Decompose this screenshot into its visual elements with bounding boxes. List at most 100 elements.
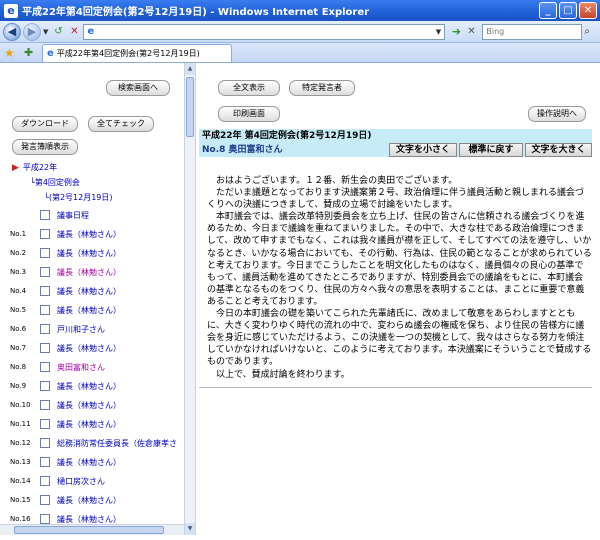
row-checkbox[interactable] (40, 229, 50, 239)
page-icon: e (87, 26, 95, 37)
scroll-thumb[interactable] (14, 526, 164, 534)
list-item[interactable]: No.15 議長（林勉さん） (0, 491, 184, 509)
forward-button[interactable]: ▶ (23, 22, 41, 41)
speaker-link[interactable]: 議長（林勉さん） (57, 400, 121, 411)
speaker-link[interactable]: 議長（林勉さん） (57, 248, 121, 259)
tab-bar: ★ ✚ e 平成22年第4回定例会(第2号12月19日) (0, 43, 600, 63)
help-button[interactable]: 操作説明へ (528, 106, 586, 122)
row-checkbox[interactable] (40, 514, 50, 524)
tab-active[interactable]: e 平成22年第4回定例会(第2号12月19日) (42, 44, 232, 62)
list-item[interactable]: No.5 議長（林勉さん） (0, 301, 184, 319)
ie-logo-icon: e (4, 3, 18, 18)
row-checkbox[interactable] (40, 286, 50, 296)
speaker-link[interactable]: 議長（林勉さん） (57, 419, 121, 430)
row-number: No.5 (10, 306, 27, 314)
reset-text-button[interactable]: 標準に戻す (459, 143, 523, 157)
larger-text-button[interactable]: 文字を大きく (525, 143, 592, 157)
add-favorites-icon[interactable]: ✚ (24, 45, 36, 61)
close-button[interactable]: ✕ (579, 2, 597, 19)
list-item[interactable]: No.4 議長（林勉さん） (0, 282, 184, 300)
speaker-link[interactable]: 議長（林勉さん） (57, 495, 121, 506)
list-item[interactable]: No.7 議長（林勉さん） (0, 339, 184, 357)
row-checkbox[interactable] (40, 438, 50, 448)
list-item[interactable]: No.6 戸川和子さん (0, 320, 184, 338)
tree-issue-label: (第2号12月19日) (48, 193, 113, 202)
expand-arrow-icon[interactable]: ▶ (12, 163, 19, 173)
speaker-link[interactable]: 議長（林勉さん） (57, 305, 121, 316)
speaker-link[interactable]: 議長（林勉さん） (57, 514, 121, 525)
scroll-up-icon[interactable]: ▲ (185, 63, 195, 75)
row-checkbox[interactable] (40, 362, 50, 372)
compat-view-icon[interactable]: ↺ (51, 25, 65, 39)
list-item[interactable]: No.10 議長（林勉さん） (0, 396, 184, 414)
speaker-link[interactable]: 奥田富和さん (57, 362, 105, 373)
left-pane: 検索画面へ ダウンロード 全てチェック 発言簿順表示 ▶ 平成22年 └第4回定… (0, 63, 184, 535)
row-checkbox[interactable] (40, 267, 50, 277)
list-item[interactable]: No.12 総務消防常任委員長（佐倉康孝さ (0, 434, 184, 452)
row-checkbox[interactable] (40, 343, 50, 353)
speaker-link[interactable]: 総務消防常任委員長（佐倉康孝さ (57, 438, 177, 449)
window-title: 平成22年第4回定例会(第2号12月19日) - Windows Interne… (22, 7, 370, 18)
speaker-list-button[interactable]: 発言簿順表示 (12, 139, 78, 155)
speaker-link[interactable]: 議長（林勉さん） (57, 229, 121, 240)
print-screen-button[interactable]: 印刷画面 (218, 106, 280, 122)
download-button[interactable]: ダウンロード (12, 116, 78, 132)
tab-page-icon: e (47, 48, 54, 59)
maximize-button[interactable]: □ (559, 2, 577, 19)
row-checkbox[interactable] (40, 324, 50, 334)
section-title: 平成22年 第4回定例会(第2号12月19日) (199, 129, 592, 143)
full-display-button[interactable]: 全文表示 (218, 80, 280, 96)
row-number: No.11 (10, 420, 31, 428)
speaker-link[interactable]: 樋口房次さん (57, 476, 105, 487)
scroll-down-icon[interactable]: ▼ (185, 523, 195, 535)
row-checkbox[interactable] (40, 400, 50, 410)
speaker-link[interactable]: 議長（林勉さん） (57, 457, 121, 468)
list-item[interactable]: No.8 奥田富和さん (0, 358, 184, 376)
row-checkbox[interactable] (40, 305, 50, 315)
search-icon[interactable]: ⌕ (584, 26, 598, 37)
search-box[interactable] (482, 23, 583, 40)
list-item[interactable]: No.9 議長（林勉さん） (0, 377, 184, 395)
vertical-scrollbar[interactable]: ▲ ▼ (184, 63, 196, 535)
row-checkbox[interactable] (40, 476, 50, 486)
row-checkbox[interactable] (40, 381, 50, 391)
list-item[interactable]: No.11 議長（林勉さん） (0, 415, 184, 433)
url-dropdown-icon[interactable]: ▼ (432, 25, 444, 39)
tree-issue[interactable]: └(第2号12月19日) (44, 192, 113, 203)
speaker-link[interactable]: 議事日程 (57, 210, 89, 221)
search-screen-button[interactable]: 検索画面へ (106, 80, 170, 96)
tree-session[interactable]: └第4回定例会 (30, 177, 80, 188)
list-item[interactable]: No.3 議長（林勉さん） (0, 263, 184, 281)
row-checkbox[interactable] (40, 419, 50, 429)
address-field[interactable]: e ▼ (83, 23, 446, 40)
row-checkbox[interactable] (40, 495, 50, 505)
refresh-icon[interactable]: ✕ (464, 24, 478, 40)
go-icon[interactable]: ➜ (448, 24, 464, 40)
list-item[interactable]: No.2 議長（林勉さん） (0, 244, 184, 262)
list-item[interactable]: 議事日程 (0, 206, 184, 224)
back-button[interactable]: ◀ (3, 22, 21, 41)
speaker-link[interactable]: 議長（林勉さん） (57, 381, 121, 392)
history-dropdown-icon[interactable]: ▼ (43, 28, 48, 36)
tree-root[interactable]: ▶ 平成22年 (12, 162, 57, 173)
horizontal-scrollbar[interactable] (0, 524, 184, 535)
smaller-text-button[interactable]: 文字を小さく (389, 143, 457, 157)
search-input[interactable] (486, 27, 567, 36)
scroll-thumb[interactable] (186, 77, 194, 137)
specific-speaker-button[interactable]: 特定発言者 (289, 80, 355, 96)
speaker-link[interactable]: 議長（林勉さん） (57, 286, 121, 297)
row-checkbox[interactable] (40, 210, 50, 220)
favorites-star-icon[interactable]: ★ (4, 45, 18, 61)
list-item[interactable]: No.13 議長（林勉さん） (0, 453, 184, 471)
row-checkbox[interactable] (40, 248, 50, 258)
row-checkbox[interactable] (40, 457, 50, 467)
speaker-link[interactable]: 議長（林勉さん） (57, 267, 121, 278)
speaker-link[interactable]: 議長（林勉さん） (57, 343, 121, 354)
check-all-button[interactable]: 全てチェック (88, 116, 154, 132)
minimize-button[interactable]: _ (539, 2, 557, 19)
list-item[interactable]: No.14 樋口房次さん (0, 472, 184, 490)
speaker-link[interactable]: 戸川和子さん (57, 324, 105, 335)
stop-icon[interactable]: ✕ (67, 25, 81, 39)
list-item[interactable]: No.1 議長（林勉さん） (0, 225, 184, 243)
title-bar: e 平成22年第4回定例会(第2号12月19日) - Windows Inter… (0, 0, 600, 21)
